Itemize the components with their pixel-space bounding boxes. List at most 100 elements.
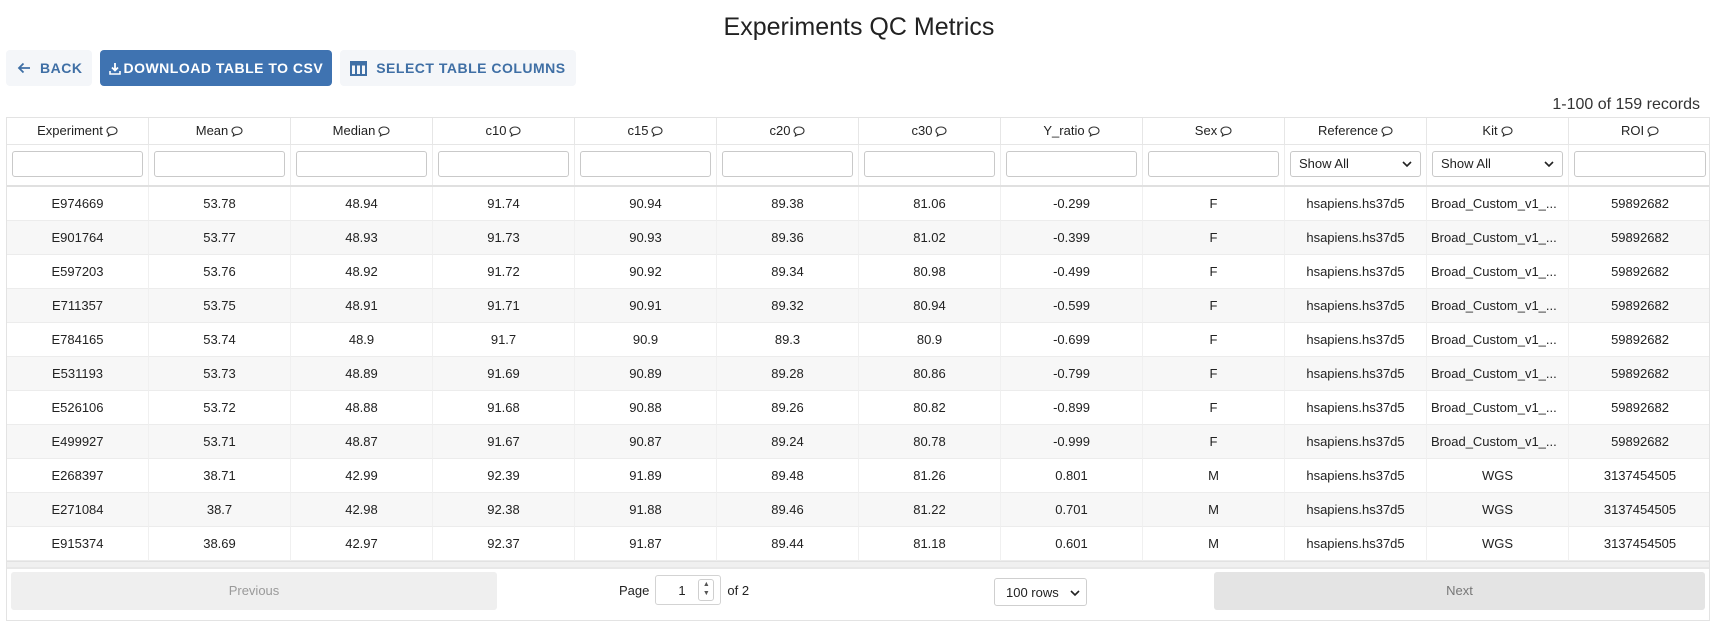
table-row[interactable]: E974669 53.78 48.94 91.74 90.94 89.38 81.06 -0.… [7,187,1709,221]
comment-icon[interactable] [1501,120,1513,146]
column-header-y-ratio[interactable]: Y_ratio [1001,118,1143,145]
cell-median: 42.99 [291,459,433,493]
rows-per-page-select[interactable]: 100 rows [994,578,1087,606]
filter-roi-input[interactable] [1574,151,1706,177]
cell-mean: 38.71 [149,459,291,493]
back-button[interactable]: BACK [6,50,93,86]
filter-y-ratio-input[interactable] [1006,151,1137,177]
filter-c15-input[interactable] [580,151,711,177]
cell-reference: hsapiens.hs37d5 [1285,323,1427,357]
column-header-c20[interactable]: c20 [717,118,859,145]
cell-c15: 90.88 [575,391,717,425]
table-row[interactable]: E531193 53.73 48.89 91.69 90.89 89.28 80.86 -0.… [7,357,1709,391]
cell-y-ratio: -0.999 [1001,425,1143,459]
comment-icon[interactable] [1088,120,1100,146]
column-header-experiment[interactable]: Experiment [7,118,149,145]
filter-mean-input[interactable] [154,151,285,177]
comment-icon[interactable] [1381,120,1393,146]
filter-reference-select[interactable]: Show All [1290,151,1421,177]
download-csv-button[interactable]: DOWNLOAD TABLE TO CSV [100,50,333,86]
column-header-c30[interactable]: c30 [859,118,1001,145]
next-page-button[interactable]: Next [1214,572,1705,610]
cell-sex: M [1143,527,1285,561]
filter-sex-input[interactable] [1148,151,1279,177]
table-row[interactable]: E271084 38.7 42.98 92.38 91.88 89.46 81.22 0.70… [7,493,1709,527]
comment-icon[interactable] [509,120,522,146]
cell-reference: hsapiens.hs37d5 [1285,459,1427,493]
cell-c10: 92.38 [433,493,575,527]
cell-c15: 90.93 [575,221,717,255]
cell-c10: 91.71 [433,289,575,323]
cell-c30: 80.82 [859,391,1001,425]
cell-c15: 90.9 [575,323,717,357]
column-header-roi[interactable]: ROI [1569,118,1709,146]
cell-mean: 53.76 [149,255,291,289]
table-row[interactable]: E901764 53.77 48.93 91.73 90.93 89.36 81.02 -0.… [7,221,1709,255]
cell-sex: M [1143,493,1285,527]
cell-kit: Broad_Custom_v1_... [1427,323,1569,357]
comment-icon[interactable] [1220,120,1232,146]
table-row[interactable]: E711357 53.75 48.91 91.71 90.91 89.32 80.94 -0.… [7,289,1709,323]
cell-c10: 91.69 [433,357,575,391]
cell-y-ratio: 0.701 [1001,493,1143,527]
filter-c30-input[interactable] [864,151,995,177]
filter-kit-select[interactable]: Show All [1432,151,1563,177]
filter-median-input[interactable] [296,151,427,177]
cell-median: 48.91 [291,289,433,323]
cell-sex: F [1143,425,1285,459]
comment-icon[interactable] [935,120,948,146]
column-header-c15[interactable]: c15 [575,118,717,145]
records-count: 1-100 of 159 records [1552,96,1700,113]
cell-experiment: E597203 [7,255,149,289]
cell-median: 48.88 [291,391,433,425]
cell-reference: hsapiens.hs37d5 [1285,255,1427,289]
table-row[interactable]: E784165 53.74 48.9 91.7 90.9 89.3 80.9 -0.699 Fh… [7,323,1709,357]
column-header-c10[interactable]: c10 [433,118,575,145]
cell-sex: F [1143,391,1285,425]
cell-c20: 89.48 [717,459,859,493]
download-icon [109,62,122,75]
cell-c20: 89.34 [717,255,859,289]
cell-mean: 38.7 [149,493,291,527]
previous-page-button[interactable]: Previous [11,572,497,610]
column-header-median[interactable]: Median [291,118,433,145]
table-row[interactable]: E499927 53.71 48.87 91.67 90.87 89.24 80.78 -0.… [7,425,1709,459]
table-row[interactable]: E526106 53.72 48.88 91.68 90.88 89.26 80.82 -0.… [7,391,1709,425]
cell-experiment: E711357 [7,289,149,323]
select-columns-button[interactable]: SELECT TABLE COLUMNS [340,50,576,86]
comment-icon[interactable] [1647,120,1659,146]
column-header-mean[interactable]: Mean [149,118,291,145]
arrow-left-icon [16,60,32,76]
comment-icon[interactable] [231,120,243,146]
cell-sex: F [1143,323,1285,357]
page-number-input[interactable]: 1 ▲ ▼ [655,575,722,605]
filter-row: Show All Show All [7,145,1709,187]
comment-icon[interactable] [378,120,390,146]
cell-c15: 90.91 [575,289,717,323]
comment-icon[interactable] [106,120,118,146]
cell-experiment: E499927 [7,425,149,459]
column-header-sex[interactable]: Sex [1143,118,1285,145]
cell-y-ratio: -0.799 [1001,357,1143,391]
page-stepper-icon[interactable]: ▲ ▼ [698,579,715,601]
column-header-reference[interactable]: Reference [1285,118,1427,145]
table-row[interactable]: E597203 53.76 48.92 91.72 90.92 89.34 80.98 -0.… [7,255,1709,289]
cell-median: 48.93 [291,221,433,255]
filter-c20-input[interactable] [722,151,853,177]
cell-experiment: E526106 [7,391,149,425]
filter-experiment-input[interactable] [12,151,143,177]
cell-c30: 80.86 [859,357,1001,391]
table-row[interactable]: E268397 38.71 42.99 92.39 91.89 89.48 81.26 0.8… [7,459,1709,493]
comment-icon[interactable] [793,120,806,146]
cell-kit: Broad_Custom_v1_... [1427,255,1569,289]
table-row[interactable]: E915374 38.69 42.97 92.37 91.87 89.44 81.18 0.6… [7,527,1709,561]
comment-icon[interactable] [651,120,664,146]
cell-c15: 91.87 [575,527,717,561]
cell-median: 48.9 [291,323,433,357]
cell-mean: 53.78 [149,187,291,221]
page-total: of 2 [727,582,750,598]
cell-y-ratio: -0.599 [1001,289,1143,323]
cell-median: 48.87 [291,425,433,459]
column-header-kit[interactable]: Kit [1427,118,1569,145]
filter-c10-input[interactable] [438,151,569,177]
